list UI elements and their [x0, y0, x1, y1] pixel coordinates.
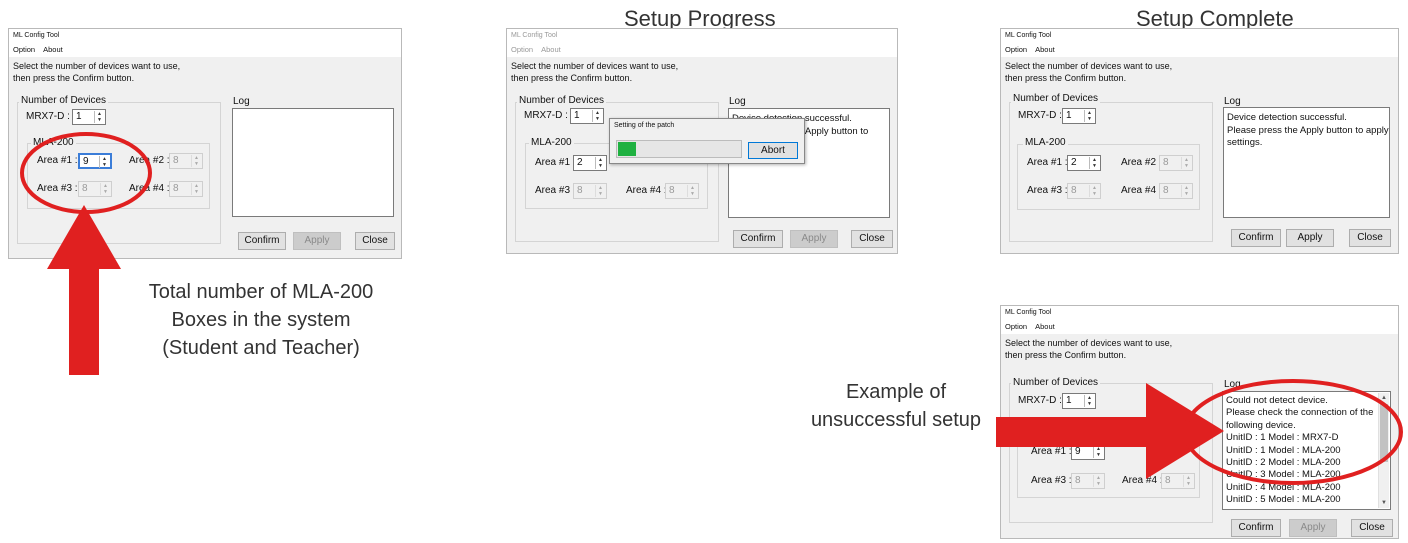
instruction-text: Select the number of devices want to use… [1005, 61, 1173, 83]
apply-button: Apply [293, 232, 341, 250]
mrx-label: MRX7-D : [1018, 110, 1062, 121]
log-box [232, 108, 394, 217]
menu-option[interactable]: Option [1005, 45, 1027, 54]
close-button[interactable]: Close [1349, 229, 1391, 247]
area2-stepper: 8 ▲ ▼ [1159, 155, 1193, 171]
menu-bar: Option About [9, 43, 401, 57]
close-button[interactable]: Close [1351, 519, 1393, 537]
menu-bar: Option About [1001, 43, 1398, 57]
mrx-stepper[interactable]: 1 ▲ ▼ [72, 109, 106, 125]
mrx-label: MRX7-D : [524, 110, 568, 121]
menu-bar: Option About [1001, 320, 1398, 334]
config-window-progress: ML Config Tool Option About Select the nu… [506, 28, 898, 254]
log-label: Log [729, 96, 746, 107]
instruction-text: Select the number of devices want to use… [13, 61, 181, 83]
area1-stepper[interactable]: 2 ▲ ▼ [573, 155, 607, 171]
number-of-devices-label: Number of Devices [1011, 93, 1101, 105]
abort-button[interactable]: Abort [748, 142, 798, 159]
area2-stepper: 8 ▲ ▼ [169, 153, 203, 169]
area3-label: Area #3 : [535, 185, 576, 196]
confirm-button[interactable]: Confirm [1231, 519, 1281, 537]
mla-group [1017, 144, 1200, 210]
patch-progress-dialog: Setting of the patch Abort [609, 118, 805, 164]
apply-button: Apply [1289, 519, 1337, 537]
apply-button: Apply [790, 230, 838, 248]
instruction-text: Select the number of devices want to use… [511, 61, 679, 83]
area1-stepper[interactable]: 2 ▲ ▼ [1067, 155, 1101, 171]
highlight-ellipse-area1 [20, 132, 152, 214]
mla-label: MLA-200 [529, 137, 574, 149]
menu-about[interactable]: About [1035, 322, 1055, 331]
apply-button[interactable]: Apply [1286, 229, 1334, 247]
confirm-button[interactable]: Confirm [733, 230, 783, 248]
annotation-total-number: Total number of MLA-200 Boxes in the sys… [148, 281, 374, 359]
area4-label: Area #4 : [1121, 185, 1162, 196]
area3-label: Area #3 : [1027, 185, 1068, 196]
area3-stepper: 8 ▲ ▼ [1067, 183, 1101, 199]
menu-option[interactable]: Option [13, 45, 35, 54]
area4-stepper: 8 ▲ ▼ [169, 181, 203, 197]
menu-bar: Option About [507, 43, 897, 57]
progress-bar-fill [618, 142, 636, 156]
red-up-arrow [47, 205, 121, 375]
window-title: ML Config Tool [507, 29, 897, 43]
scroll-down-icon[interactable]: ▼ [1379, 498, 1389, 508]
confirm-button[interactable]: Confirm [238, 232, 286, 250]
mrx-label: MRX7-D : [26, 111, 70, 122]
mrx-stepper[interactable]: 1 ▲ ▼ [1062, 108, 1096, 124]
window-title: ML Config Tool [1001, 29, 1398, 43]
window-title: ML Config Tool [9, 29, 401, 43]
area3-stepper: 8 ▲ ▼ [573, 183, 607, 199]
menu-option[interactable]: Option [1005, 322, 1027, 331]
area4-label: Area #4 : [626, 185, 667, 196]
log-box: Device detection successful. Please pres… [1223, 107, 1390, 218]
log-label: Log [233, 96, 250, 107]
confirm-button[interactable]: Confirm [1231, 229, 1281, 247]
instruction-text: Select the number of devices want to use… [1005, 338, 1173, 360]
close-button[interactable]: Close [851, 230, 893, 248]
menu-about[interactable]: About [541, 45, 561, 54]
area1-label: Area #1 : [535, 157, 576, 168]
config-window-complete: ML Config Tool Option About Select the nu… [1000, 28, 1399, 254]
menu-about[interactable]: About [1035, 45, 1055, 54]
progress-bar [616, 140, 742, 158]
mrx-stepper[interactable]: 1 ▲ ▼ [570, 108, 604, 124]
area2-label: Area #2 : [1121, 157, 1162, 168]
area1-label: Area #1 : [1027, 157, 1068, 168]
annotation-unsuccessful: Example of unsuccessful setup [810, 381, 982, 431]
area4-stepper: 8 ▲ ▼ [1159, 183, 1193, 199]
menu-about[interactable]: About [43, 45, 63, 54]
mla-label: MLA-200 [1023, 137, 1068, 149]
window-title: ML Config Tool [1001, 306, 1398, 320]
highlight-ellipse-log [1183, 379, 1403, 485]
number-of-devices-label: Number of Devices [19, 95, 109, 107]
number-of-devices-label: Number of Devices [517, 95, 607, 107]
menu-option[interactable]: Option [511, 45, 533, 54]
close-button[interactable]: Close [355, 232, 395, 250]
area4-stepper: 8 ▲ ▼ [665, 183, 699, 199]
popup-title: Setting of the patch [614, 122, 675, 129]
